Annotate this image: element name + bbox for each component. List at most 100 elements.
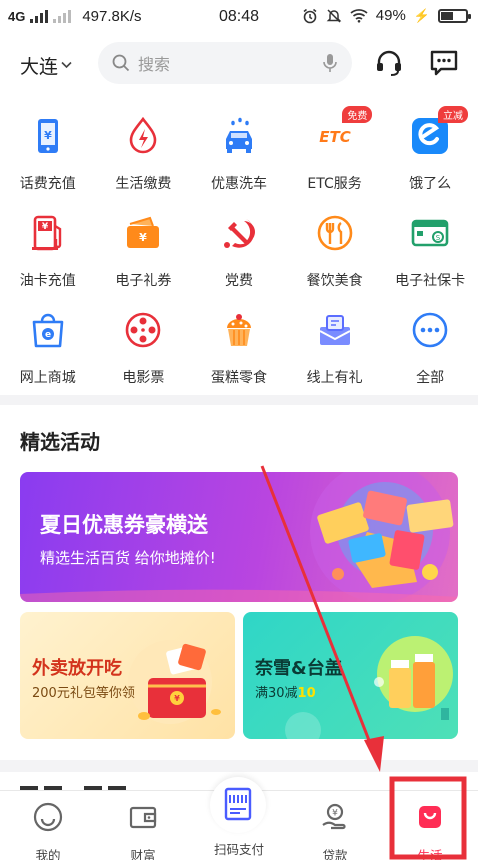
movie-ticket-icon — [126, 312, 161, 348]
city-name: 大连 — [20, 56, 59, 78]
section-divider — [0, 395, 478, 405]
service-label: 电子礼券 — [115, 273, 172, 289]
service-label: ETC服务 — [307, 176, 362, 192]
party-fee-icon — [223, 219, 255, 248]
tab-label: 我的 — [35, 848, 61, 860]
microphone-icon[interactable] — [322, 53, 338, 73]
more-icon — [412, 312, 448, 348]
service-online-gift[interactable]: 线上有礼 — [287, 302, 383, 399]
svg-text:e: e — [45, 330, 51, 340]
svg-text:¥: ¥ — [332, 809, 338, 819]
fuel-card-icon: ¥ — [31, 215, 61, 251]
tab-label: 财富 — [130, 848, 156, 860]
tab-life[interactable]: 生活 — [390, 801, 470, 860]
car-wash-icon — [225, 117, 252, 153]
service-dining[interactable]: 餐饮美食 — [287, 205, 383, 302]
banner-subtitle: 精选生活百货 给你地摊价! — [40, 549, 216, 567]
service-label: 线上有礼 — [306, 370, 363, 386]
service-row: ¥ 油卡充值 ¥ 电子礼券 党费 餐饮美食 S 电子社保卡 — [0, 205, 478, 302]
service-gift-voucher[interactable]: ¥ 电子礼券 — [96, 205, 192, 302]
service-label: 生活缴费 — [115, 176, 172, 192]
bottom-tab-bar: 我的 财富 扫码支付 ¥ 贷款 生活 — [0, 777, 478, 860]
service-party-fee[interactable]: 党费 — [191, 205, 287, 302]
tab-wealth[interactable]: 财富 — [103, 801, 183, 860]
svg-text:¥: ¥ — [140, 231, 148, 244]
online-mall-icon: e — [32, 313, 64, 348]
battery-icon — [438, 8, 471, 23]
social-security-card-icon: S — [411, 219, 449, 247]
headset-icon[interactable] — [374, 48, 404, 78]
top-header: 大连 搜索 — [0, 38, 478, 88]
utility-bill-icon — [130, 116, 157, 154]
discount-badge: 立减 — [437, 106, 468, 123]
tab-mine[interactable]: 我的 — [8, 801, 88, 860]
wifi-icon — [350, 9, 368, 23]
service-label: 餐饮美食 — [306, 273, 363, 289]
naixue-banner[interactable]: 奈雪&台盖 满30减10 — [243, 612, 458, 739]
mute-icon — [326, 8, 342, 23]
service-fuel-card[interactable]: ¥ 油卡充值 — [0, 205, 96, 302]
tab-loan[interactable]: ¥ 贷款 — [295, 801, 375, 860]
status-right: 49% ⚡ — [302, 7, 471, 24]
svg-text:¥: ¥ — [42, 222, 49, 232]
service-social-security-card[interactable]: S 电子社保卡 — [382, 205, 478, 302]
summer-coupon-banner[interactable]: 夏日优惠券豪横送 精选生活百货 给你地摊价! — [20, 472, 458, 602]
svg-text:¥: ¥ — [174, 694, 180, 703]
service-label: 优惠洗车 — [210, 176, 267, 192]
smiley-icon — [33, 802, 63, 832]
discount-amount: 10 — [297, 686, 316, 701]
banner-subtitle: 200元礼包等你领 — [32, 686, 135, 701]
service-label: 饿了么 — [409, 176, 452, 192]
service-label: 全部 — [416, 370, 445, 386]
scan-pay-button[interactable] — [210, 777, 266, 833]
loan-icon: ¥ — [322, 803, 346, 830]
online-gift-icon — [319, 315, 351, 345]
discount-text: 满30减 — [255, 686, 298, 701]
cake-icon — [226, 314, 251, 346]
banner-subtitle: 满30减10 — [255, 682, 316, 701]
alarm-icon — [303, 8, 317, 23]
service-label: 电子社保卡 — [395, 273, 466, 289]
service-movie-ticket[interactable]: 电影票 — [96, 302, 192, 399]
service-row: e 网上商城 电影票 蛋糕零食 线上有礼 全部 — [0, 302, 478, 399]
service-label: 电影票 — [122, 370, 165, 386]
service-phone-recharge[interactable]: ¥ 话费充值 — [0, 108, 96, 205]
service-utility-bill[interactable]: 生活缴费 — [96, 108, 192, 205]
featured-section-title: 精选活动 — [20, 430, 100, 454]
service-grid: ¥ 话费充值 生活缴费 优惠洗车 ETC 免费 ETC服务 立减 饿了么 ¥ 油… — [0, 106, 478, 399]
service-label: 油卡充值 — [19, 273, 76, 289]
gift-voucher-icon: ¥ — [124, 216, 163, 248]
battery-fill — [441, 11, 453, 20]
banner-title: 奈雪&台盖 — [255, 658, 343, 679]
city-selector[interactable]: 大连 — [20, 52, 72, 79]
svg-text:S: S — [436, 234, 441, 242]
phone-recharge-icon: ¥ — [37, 119, 58, 153]
service-all[interactable]: 全部 — [382, 302, 478, 399]
search-bar[interactable]: 搜索 — [98, 42, 352, 84]
svg-text:ETC: ETC — [319, 128, 351, 146]
banner-title: 外卖放开吃 — [32, 658, 122, 679]
free-badge: 免费 — [342, 106, 373, 123]
banner-title: 夏日优惠券豪横送 — [40, 513, 208, 537]
takeout-banner[interactable]: ¥ 外卖放开吃 200元礼包等你领 — [20, 612, 235, 739]
wallet-icon — [129, 806, 157, 829]
tab-label: 贷款 — [322, 848, 348, 860]
search-icon — [112, 54, 130, 72]
charging-icon: ⚡ — [413, 7, 430, 23]
section-divider — [0, 760, 478, 772]
service-cake[interactable]: 蛋糕零食 — [191, 302, 287, 399]
service-label: 话费充值 — [19, 176, 76, 192]
message-icon[interactable] — [429, 48, 459, 78]
service-label: 蛋糕零食 — [210, 370, 267, 386]
app-screen: 4G 497.8K/s 08:48 49% ⚡ 大连 搜索 ¥ 话费充值 生活缴… — [0, 0, 478, 860]
service-etc[interactable]: ETC 免费 ETC服务 — [287, 106, 383, 205]
service-car-wash[interactable]: 优惠洗车 — [191, 108, 287, 205]
service-online-mall[interactable]: e 网上商城 — [0, 302, 96, 399]
battery-percent: 49% — [375, 7, 406, 24]
service-label: 网上商城 — [19, 370, 76, 386]
search-placeholder: 搜索 — [138, 55, 171, 74]
service-eleme[interactable]: 立减 饿了么 — [382, 106, 478, 205]
status-bar: 4G 497.8K/s 08:48 49% ⚡ — [0, 0, 478, 34]
service-row: ¥ 话费充值 生活缴费 优惠洗车 ETC 免费 ETC服务 立减 饿了么 — [0, 106, 478, 205]
life-bag-icon — [419, 806, 441, 828]
